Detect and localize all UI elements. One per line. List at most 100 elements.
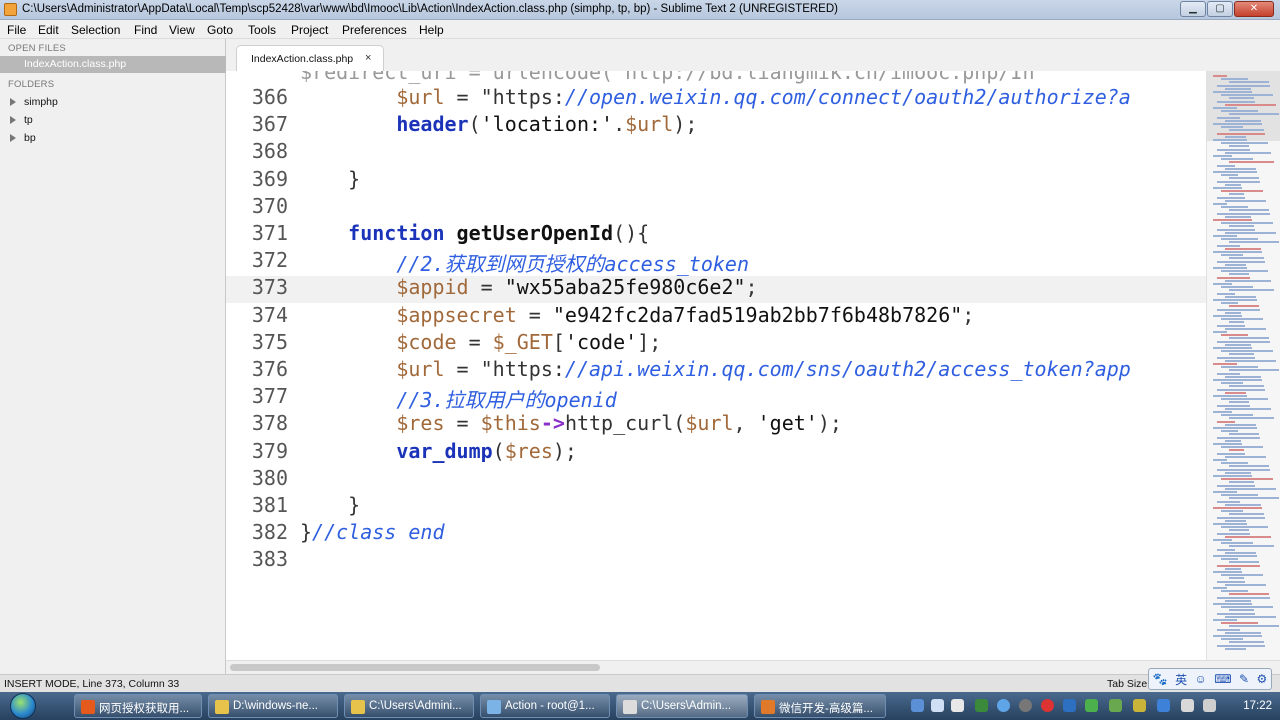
line-number: 372	[251, 248, 288, 273]
code-line: //3.拉取用户的openid	[300, 388, 617, 413]
minimap-line	[1221, 286, 1253, 289]
taskbar-item-folder-d[interactable]: D:\windows-ne...	[208, 694, 338, 718]
minimap-line	[1217, 452, 1245, 455]
minimap-line	[1213, 491, 1237, 493]
minimap-line	[1213, 107, 1237, 109]
tray-icon[interactable]	[1157, 699, 1170, 712]
status-text: INSERT MODE, Line 373, Column 33	[4, 678, 180, 690]
minimap-line	[1213, 555, 1257, 557]
record-icon[interactable]	[1041, 699, 1054, 712]
ime-toolbar: 🐾 英 ☺ ⌨ ✎ ⚙	[1148, 668, 1272, 690]
tab-indexaction[interactable]: IndexAction.class.php ×	[236, 45, 384, 71]
volume-icon[interactable]	[1203, 699, 1216, 712]
line-number: 373	[251, 275, 288, 300]
menu-edit[interactable]: Edit	[38, 23, 59, 37]
tray-icon[interactable]	[911, 699, 924, 712]
minimize-button[interactable]: ▁	[1180, 1, 1206, 17]
line-number: 366	[251, 85, 288, 109]
minimap-line	[1221, 526, 1268, 529]
minimap-line	[1221, 510, 1243, 513]
sublime-app-icon	[4, 3, 17, 16]
menu-view[interactable]: View	[169, 23, 195, 37]
tab-close-icon[interactable]: ×	[365, 52, 371, 64]
taskbar-item-browser[interactable]: 网页授权获取用...	[74, 694, 202, 718]
menu-find[interactable]: Find	[134, 23, 157, 37]
code-line: $appid = "wx55aba25fe980c6e2";	[396, 275, 758, 300]
tab-label: IndexAction.class.php	[251, 53, 354, 65]
minimap-line	[1213, 171, 1257, 173]
minimap-line	[1225, 87, 1251, 90]
line-number: 376	[251, 357, 288, 381]
taskbar-item-winscp[interactable]: Action - root@1...	[480, 694, 610, 718]
folder-bp[interactable]: bp	[10, 132, 36, 144]
taskbar-item-folder-c[interactable]: C:\Users\Admini...	[344, 694, 474, 718]
minimap-line	[1217, 388, 1265, 391]
menu-tools[interactable]: Tools	[248, 23, 276, 37]
minimap-line	[1225, 375, 1261, 378]
horizontal-scrollbar[interactable]	[226, 660, 1280, 674]
start-button[interactable]	[6, 692, 44, 720]
minimap-line	[1221, 590, 1248, 593]
signal-icon[interactable]	[1181, 699, 1194, 712]
minimap-line	[1221, 606, 1273, 609]
ime-settings-icon[interactable]: ⚙	[1256, 672, 1267, 686]
minimap-line	[1213, 123, 1262, 125]
tray-icon[interactable]	[1109, 699, 1122, 712]
taskbar-item-label: Action - root@1...	[505, 700, 595, 712]
tray-icon[interactable]	[1019, 699, 1032, 712]
taskbar-item-sublime[interactable]: C:\Users\Admin...	[616, 694, 748, 718]
tray-icon[interactable]	[1063, 699, 1076, 712]
menu-help[interactable]: Help	[419, 23, 444, 37]
minimap-line	[1213, 219, 1252, 221]
minimap-line	[1217, 500, 1240, 503]
minimap[interactable]	[1206, 71, 1280, 661]
minimap-line	[1221, 126, 1243, 129]
folder-tp[interactable]: tp	[10, 114, 33, 126]
menu-file[interactable]: File	[7, 23, 26, 37]
line-number-gutter: 366 367 368 369 370 371 372 373 374 375 376 377 378 3…	[226, 71, 288, 660]
scrollbar-thumb[interactable]	[230, 664, 600, 671]
window-title-bar: C:\Users\Administrator\AppData\Local\Tem…	[0, 0, 1280, 20]
minimap-line	[1225, 359, 1276, 362]
ime-paw-icon[interactable]: 🐾	[1153, 672, 1168, 686]
minimap-line	[1221, 398, 1268, 401]
code-editor[interactable]: 366 367 368 369 370 371 372 373 374 375 376 377 378 3…	[226, 71, 1206, 660]
minimap-line	[1221, 478, 1273, 481]
ime-lang-toggle[interactable]: 英	[1175, 671, 1187, 688]
minimap-line	[1217, 148, 1250, 151]
minimap-line	[1229, 465, 1269, 468]
maximize-button[interactable]: ▢	[1207, 1, 1233, 17]
tab-bar: IndexAction.class.php ×	[226, 39, 1280, 71]
menu-preferences[interactable]: Preferences	[342, 23, 407, 37]
tray-icon[interactable]	[1085, 699, 1098, 712]
tray-icon[interactable]	[951, 699, 964, 712]
minimap-line	[1225, 327, 1266, 330]
minimap-line	[1221, 350, 1273, 353]
tray-icon[interactable]	[975, 699, 988, 712]
open-file-item[interactable]: IndexAction.class.php	[0, 56, 226, 73]
ime-emoji-icon[interactable]: ☺	[1195, 672, 1207, 686]
minimap-line	[1213, 347, 1252, 349]
tab-size-indicator[interactable]: Tab Size	[1107, 678, 1147, 690]
shield-icon[interactable]	[1133, 699, 1146, 712]
ime-keyboard-icon[interactable]: ⌨	[1214, 672, 1231, 686]
clock[interactable]: 17:22	[1243, 700, 1272, 712]
minimap-line	[1221, 366, 1258, 369]
minimap-line	[1229, 433, 1259, 436]
menu-project[interactable]: Project	[291, 23, 328, 37]
close-button[interactable]: ✕	[1234, 1, 1274, 17]
tray-icon[interactable]	[931, 699, 944, 712]
firefox-icon	[81, 700, 95, 714]
minimap-line	[1213, 619, 1237, 621]
status-bar: INSERT MODE, Line 373, Column 33 Tab Siz…	[0, 674, 1280, 692]
ime-pen-icon[interactable]: ✎	[1239, 672, 1249, 686]
menu-selection[interactable]: Selection	[71, 23, 120, 37]
folder-simphp[interactable]: simphp	[10, 96, 58, 108]
taskbar-item-powerpoint[interactable]: 微信开发-高级篇...	[754, 694, 886, 718]
minimap-line	[1229, 257, 1264, 260]
minimap-line	[1225, 615, 1276, 618]
tray-icon[interactable]	[997, 699, 1010, 712]
minimap-line	[1221, 142, 1268, 145]
minimap-line	[1229, 625, 1279, 628]
menu-goto[interactable]: Goto	[207, 23, 233, 37]
